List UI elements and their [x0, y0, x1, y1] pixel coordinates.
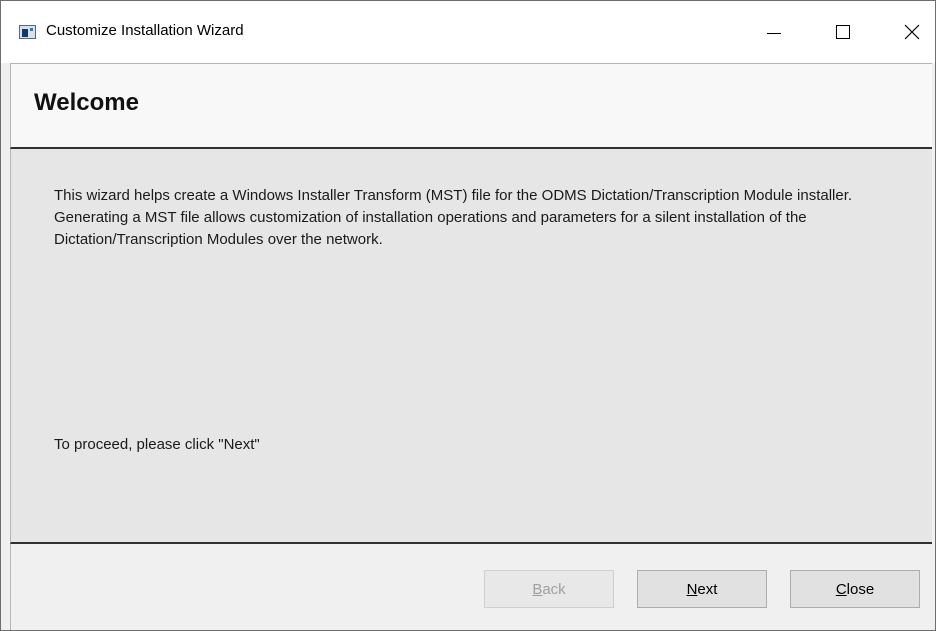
wizard-footer: Back Next Close: [10, 544, 932, 630]
minimize-icon: [767, 32, 781, 34]
page-title: Welcome: [34, 89, 139, 116]
wizard-header: Welcome: [10, 63, 932, 149]
wizard-content: This wizard helps create a Windows Insta…: [10, 149, 932, 544]
back-button-access-key: B: [532, 580, 543, 598]
back-button[interactable]: Back: [484, 570, 614, 608]
description-paragraph-2: Generating a MST file allows customizati…: [54, 209, 807, 248]
next-button[interactable]: Next: [637, 570, 767, 608]
close-button-access-key: C: [835, 580, 847, 598]
close-icon: [904, 24, 920, 40]
title-bar: Customize Installation Wizard: [1, 1, 935, 63]
maximize-button[interactable]: [820, 1, 866, 63]
proceed-instruction: To proceed, please click "Next": [54, 436, 260, 453]
close-button[interactable]: Close: [790, 570, 920, 608]
wizard-window: Customize Installation Wizard Welcome Th…: [0, 0, 936, 631]
description: This wizard helps create a Windows Insta…: [54, 185, 904, 251]
app-window-icon: [19, 25, 36, 39]
back-button-label: ack: [542, 580, 566, 598]
window-title: Customize Installation Wizard: [46, 22, 244, 39]
description-paragraph-1: This wizard helps create a Windows Insta…: [54, 187, 853, 204]
close-button-label: lose: [846, 580, 875, 598]
maximize-icon: [836, 25, 850, 39]
next-button-label: ext: [697, 580, 718, 598]
next-button-access-key: N: [686, 580, 698, 598]
close-window-button[interactable]: [889, 1, 935, 63]
minimize-button[interactable]: [751, 1, 797, 63]
